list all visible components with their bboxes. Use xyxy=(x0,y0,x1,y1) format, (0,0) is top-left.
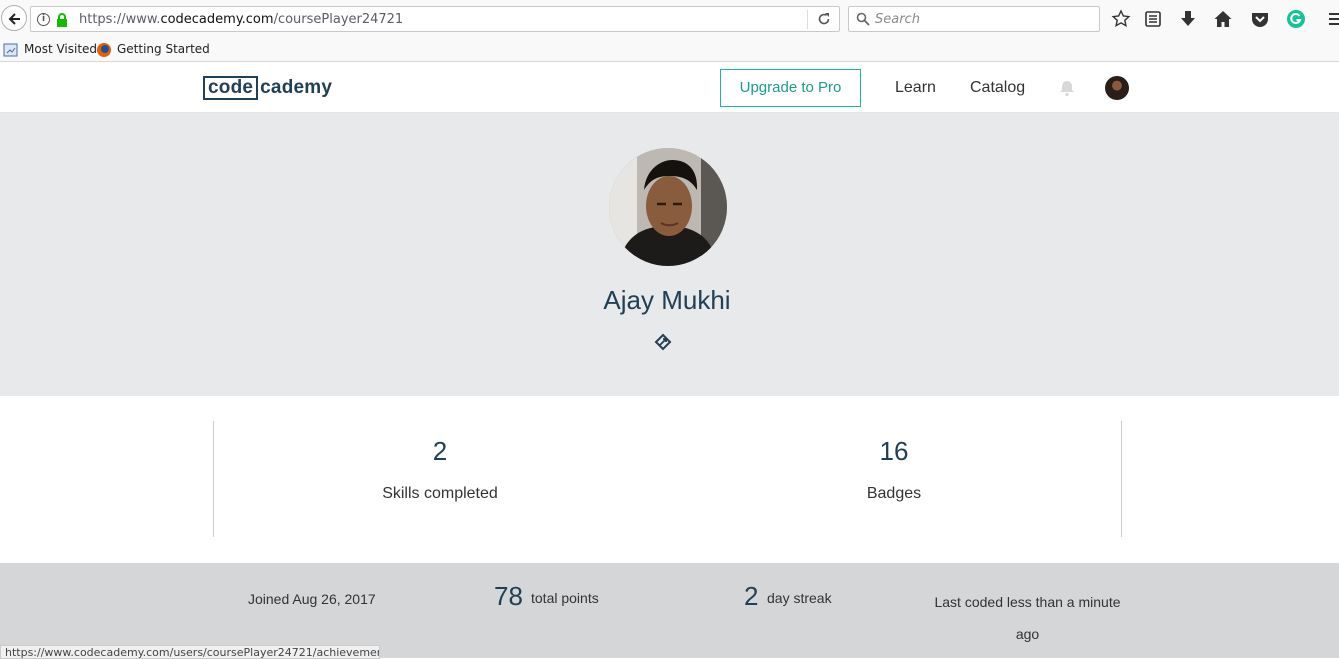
stats-box: 2 Skills completed 16 Badges xyxy=(213,421,1122,537)
firefox-icon xyxy=(97,43,111,57)
user-avatar-menu[interactable] xyxy=(1105,76,1129,100)
nav-catalog[interactable]: Catalog xyxy=(970,79,1025,97)
site-header: code cademy Upgrade to Pro Learn Catalog xyxy=(0,63,1339,113)
badges-label: Badges xyxy=(866,485,922,502)
skills-completed-count: 2 xyxy=(432,436,448,466)
upgrade-to-pro-button[interactable]: Upgrade to Pro xyxy=(720,69,861,107)
url-bar[interactable]: i https://www.codecademy.com/coursePlaye… xyxy=(30,6,840,32)
grammarly-icon[interactable] xyxy=(1286,9,1306,29)
joined-date: Joined Aug 26, 2017 xyxy=(248,591,376,607)
lock-icon xyxy=(57,13,67,27)
badges-count: 16 xyxy=(879,436,909,466)
day-streak-label: day streak xyxy=(767,590,832,606)
day-streak-value: 2 xyxy=(744,581,759,611)
info-icon[interactable]: i xyxy=(37,13,50,26)
bookmark-star-icon[interactable] xyxy=(1111,9,1131,29)
status-bar-link: https://www.codecademy.com/users/courseP… xyxy=(0,645,380,659)
profile-photo xyxy=(609,148,727,266)
folder-icon xyxy=(3,43,18,57)
reload-icon[interactable] xyxy=(817,12,831,26)
profile-name: Ajay Mukhi xyxy=(603,285,731,315)
back-arrow-icon xyxy=(8,13,20,25)
profile-avatar xyxy=(609,148,727,266)
url-text: https://www.codecademy.com/coursePlayer2… xyxy=(79,12,404,27)
pocket-icon[interactable] xyxy=(1250,9,1270,29)
codecademy-logo[interactable]: code cademy xyxy=(203,76,332,102)
profile-summary-bar: Joined Aug 26, 2017 78 total points 2 da… xyxy=(0,563,1339,658)
skills-completed-label: Skills completed xyxy=(382,485,498,502)
total-points-value: 78 xyxy=(494,581,523,611)
total-points-label: total points xyxy=(531,590,599,606)
home-icon[interactable] xyxy=(1213,9,1233,29)
nav-learn[interactable]: Learn xyxy=(895,79,936,97)
last-coded: Last coded less than a minute ago xyxy=(934,594,1121,642)
bookmarks-bar: Most Visited Getting Started xyxy=(0,38,1339,62)
notification-bell-icon[interactable] xyxy=(1059,79,1075,97)
browser-toolbar: i https://www.codecademy.com/coursePlaye… xyxy=(0,0,1339,38)
menu-icon[interactable] xyxy=(1326,9,1339,29)
url-separator xyxy=(807,10,808,29)
download-icon[interactable] xyxy=(1178,9,1198,29)
search-icon xyxy=(856,12,870,26)
back-button[interactable] xyxy=(1,5,27,31)
profile-stats: 2 Skills completed 16 Badges xyxy=(0,396,1339,563)
search-placeholder: Search xyxy=(875,12,920,27)
reading-list-icon[interactable] xyxy=(1143,9,1163,29)
profile-hero: Ajay Mukhi xyxy=(0,113,1339,396)
search-bar[interactable]: Search xyxy=(848,6,1100,32)
link-icon[interactable] xyxy=(654,333,672,351)
